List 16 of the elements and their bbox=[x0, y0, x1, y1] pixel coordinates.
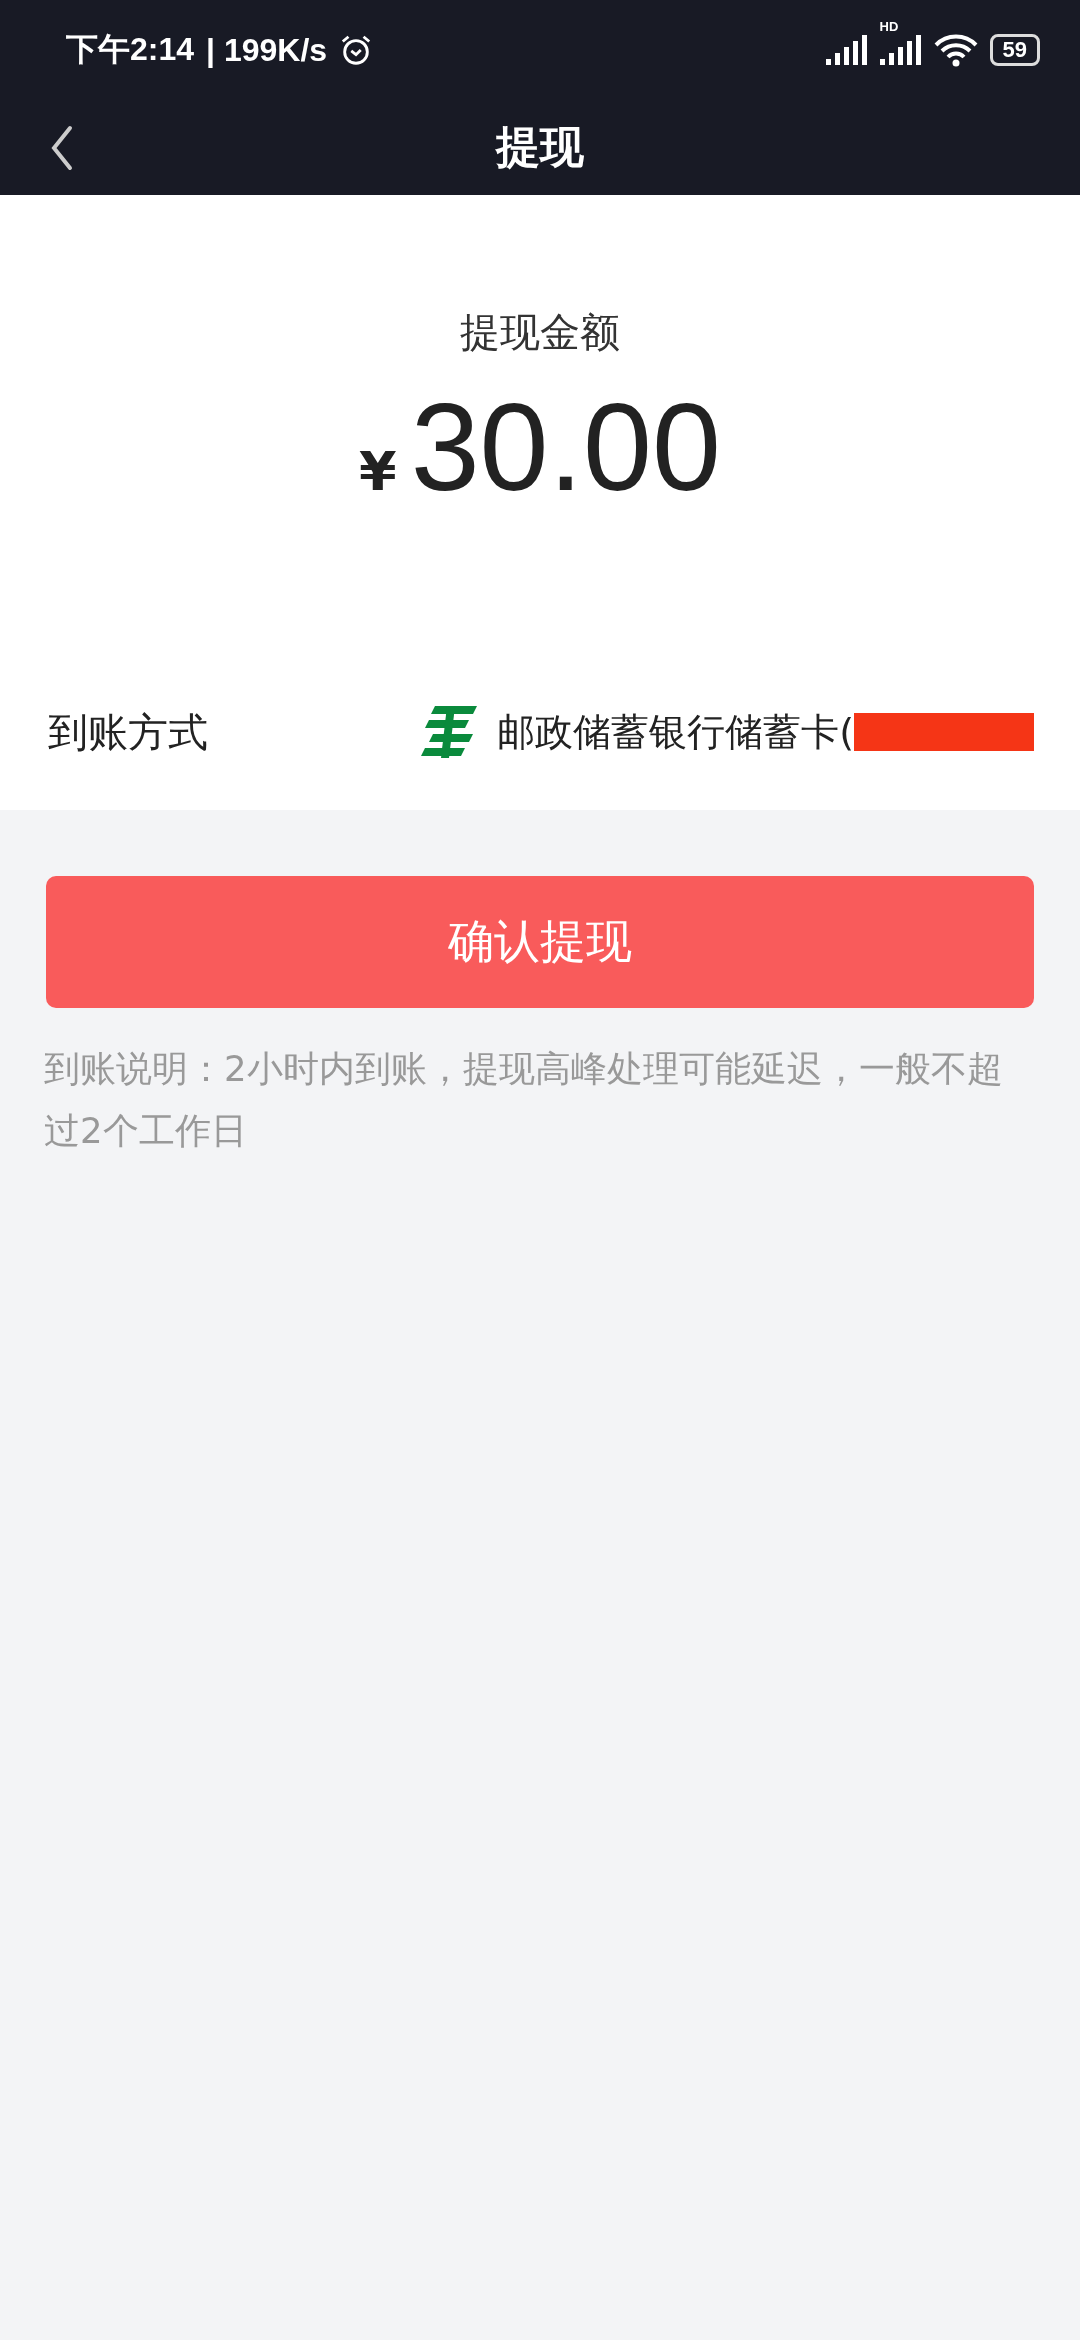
arrival-note: 到账说明：2小时内到账，提现高峰处理可能延迟，一般不超过2个工作日 bbox=[44, 1047, 1004, 1153]
bank-card-name[interactable]: 邮政储蓄银行储蓄卡( bbox=[497, 706, 854, 758]
currency-symbol: ¥ bbox=[359, 440, 397, 503]
hd-label: HD bbox=[879, 19, 899, 34]
amount-label: 提现金额 bbox=[460, 308, 620, 357]
page-title: 提现 bbox=[496, 120, 584, 174]
amount-value: 30.00 bbox=[410, 377, 721, 518]
wifi-icon bbox=[933, 33, 978, 67]
network-speed: | 199K/s bbox=[206, 31, 328, 69]
bank-logo-icon bbox=[421, 704, 478, 760]
method-label: 到账方式 bbox=[48, 707, 208, 757]
status-time: 下午2:14 bbox=[66, 30, 195, 69]
signal-icon bbox=[879, 35, 922, 65]
back-icon[interactable] bbox=[50, 124, 74, 172]
battery-indicator: 59 bbox=[989, 34, 1040, 66]
signal-icon bbox=[825, 35, 868, 65]
